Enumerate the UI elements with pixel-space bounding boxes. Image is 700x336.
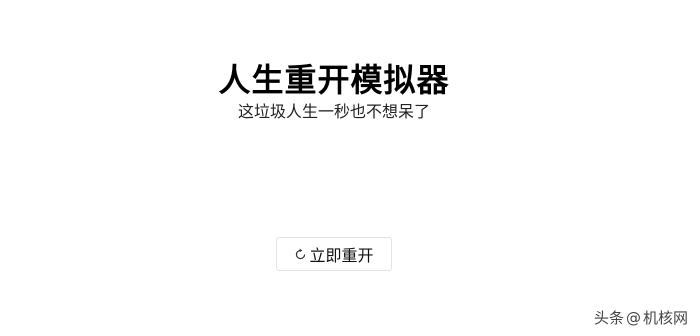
restart-button[interactable]: 立即重开 — [276, 237, 392, 271]
page-subtitle: 这垃圾人生一秒也不想呆了 — [237, 102, 430, 121]
watermark-at: @ — [625, 308, 641, 327]
watermark-name: 机核网 — [642, 309, 688, 327]
page: 人生重开模拟器 这垃圾人生一秒也不想呆了 立即重开 头条 @ 机核网 — [0, 0, 700, 336]
watermark-source: 头条 — [593, 309, 624, 327]
refresh-icon — [294, 248, 307, 261]
watermark: 头条 @ 机核网 — [594, 307, 688, 328]
restart-label: 立即重开 — [309, 246, 374, 265]
page-title: 人生重开模拟器 — [218, 61, 450, 99]
